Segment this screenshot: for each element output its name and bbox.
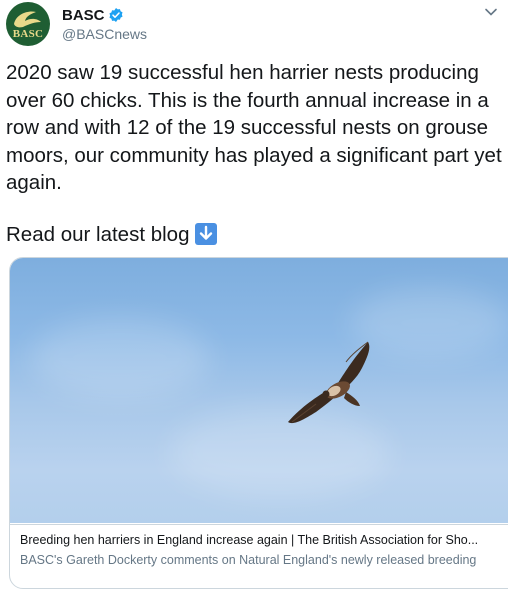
down-arrow-emoji-icon: [195, 222, 218, 245]
tweet-header: BASC BASC @BASCnews: [6, 2, 502, 46]
link-card-description[interactable]: BASC's Gareth Dockerty comments on Natur…: [20, 553, 508, 567]
link-card[interactable]: Breeding hen harriers in England increas…: [9, 257, 508, 589]
hen-harrier-in-flight-image: [288, 341, 370, 424]
handle[interactable]: @BASCnews: [62, 26, 147, 42]
verified-badge-icon: [108, 8, 123, 22]
chevron-down-icon[interactable]: [484, 5, 498, 19]
tweet-text: 2020 saw 19 successful hen harrier nests…: [6, 61, 508, 194]
avatar[interactable]: BASC: [6, 2, 50, 46]
avatar-label: BASC: [12, 28, 44, 40]
cta-text: Read our latest blog: [6, 223, 190, 246]
link-card-image[interactable]: [10, 258, 508, 523]
link-card-title[interactable]: Breeding hen harriers in England increas…: [20, 533, 506, 547]
display-name[interactable]: BASC: [62, 7, 105, 24]
link-card-meta[interactable]: Breeding hen harriers in England increas…: [10, 524, 508, 588]
name-row: BASC: [62, 6, 124, 24]
cta-line: Read our latest blog: [6, 221, 218, 249]
